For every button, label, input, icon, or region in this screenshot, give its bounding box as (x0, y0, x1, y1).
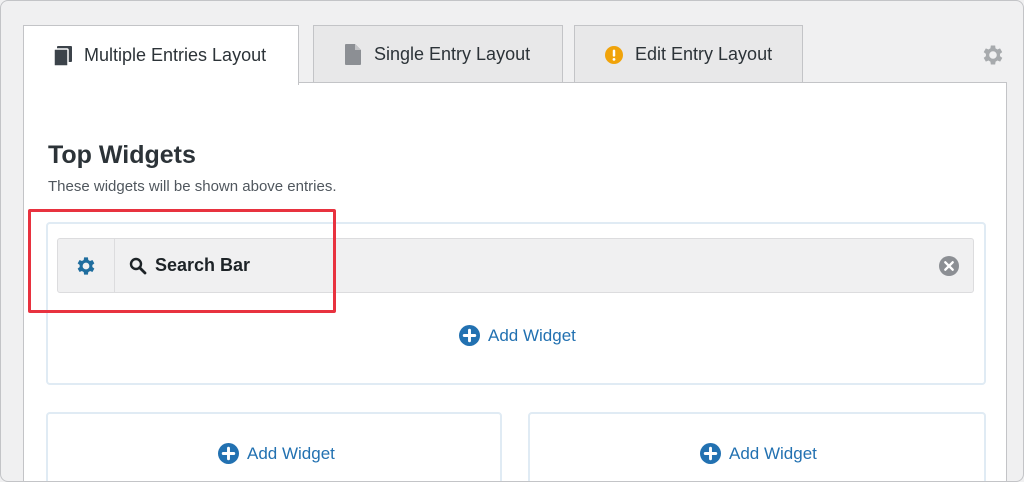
tab-single-entry-layout[interactable]: Single Entry Layout (313, 25, 563, 83)
search-icon (129, 257, 147, 275)
document-icon (344, 44, 362, 66)
tab-label: Edit Entry Layout (635, 44, 773, 64)
add-widget-button[interactable]: Add Widget (700, 443, 817, 464)
remove-widget-icon[interactable] (939, 256, 959, 276)
tab-label: Multiple Entries Layout (84, 45, 267, 65)
search-bar-widget[interactable]: Search Bar (57, 238, 974, 293)
tab-edit-entry-layout[interactable]: Edit Entry Layout (574, 25, 803, 83)
tab-multiple-entries-layout[interactable]: Multiple Entries Layout (23, 25, 299, 85)
section-title: Top Widgets (48, 141, 196, 169)
add-widget-button[interactable]: Add Widget (459, 325, 576, 346)
add-widget-label: Add Widget (247, 443, 335, 463)
add-widget-label: Add Widget (488, 325, 576, 345)
plus-circle-icon (218, 443, 239, 464)
plus-circle-icon (700, 443, 721, 464)
editor-frame: Multiple Entries Layout Single Entry Lay… (0, 0, 1024, 482)
tab-label: Single Entry Layout (374, 44, 531, 64)
widget-settings-gear-icon[interactable] (58, 239, 115, 292)
plus-circle-icon (459, 325, 480, 346)
book-icon (54, 45, 72, 67)
add-widget-button[interactable]: Add Widget (218, 443, 335, 464)
widget-name: Search Bar (155, 255, 251, 275)
section-description: These widgets will be shown above entrie… (48, 178, 337, 195)
settings-gear-icon[interactable] (979, 41, 1007, 69)
add-widget-label: Add Widget (729, 443, 817, 463)
widget-label: Search Bar (115, 255, 250, 276)
warning-icon (605, 44, 623, 66)
